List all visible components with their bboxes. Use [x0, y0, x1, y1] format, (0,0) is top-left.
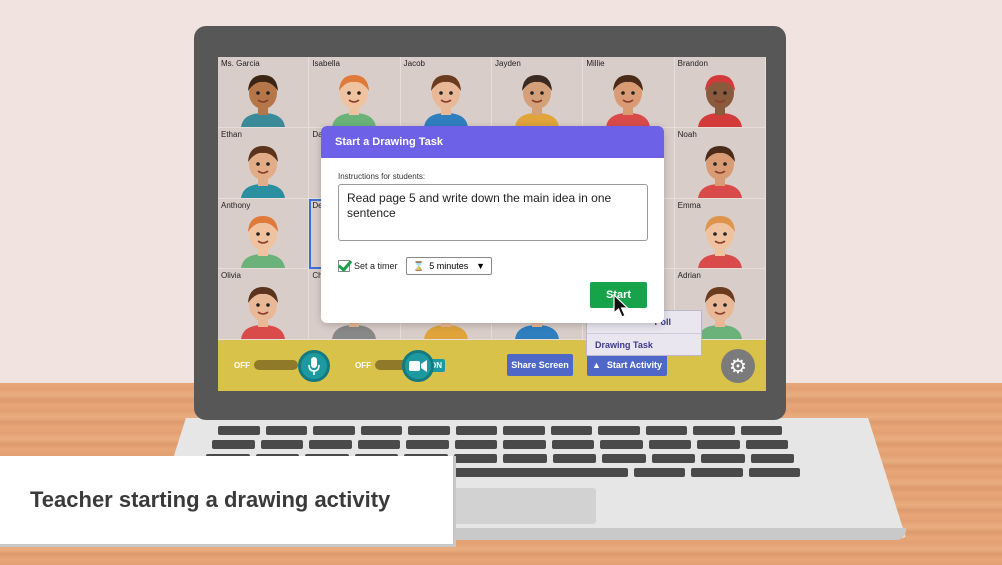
timer-select[interactable]: ⌛ 5 minutes ▼: [406, 257, 492, 275]
instructions-textarea[interactable]: Read page 5 and write down the main idea…: [338, 184, 648, 241]
keyboard-row: [218, 426, 782, 435]
participant-tile[interactable]: Jacob: [400, 57, 492, 128]
participant-tile[interactable]: Olivia: [218, 269, 310, 340]
participant-name: Olivia: [221, 271, 242, 281]
participant-tile[interactable]: Emma: [674, 198, 766, 270]
avatar: [241, 287, 286, 339]
participant-tile[interactable]: Ethan: [218, 127, 310, 199]
participant-tile[interactable]: Isabella: [309, 57, 401, 128]
set-timer-checkbox[interactable]: [338, 260, 350, 272]
mic-toggle[interactable]: OFF ON: [234, 350, 330, 382]
participant-name: Jayden: [495, 59, 521, 68]
keyboard-row: [212, 440, 788, 449]
participant-name: Ms. Garcia: [221, 59, 260, 68]
camera-toggle[interactable]: OFF ON: [355, 350, 445, 382]
timer-value: 5 minutes: [429, 261, 469, 271]
caret-up-icon: ▲: [591, 360, 601, 370]
participant-name: Noah: [677, 129, 697, 139]
microphone-icon: [298, 350, 330, 382]
participant-name: Anthony: [221, 200, 251, 210]
set-timer-label: Set a timer: [354, 261, 398, 271]
mic-off-label: OFF: [234, 360, 250, 370]
participant-tile[interactable]: Millie: [583, 57, 675, 128]
avatar: [697, 145, 742, 198]
menu-item-drawing-task[interactable]: Drawing Task: [587, 333, 701, 355]
avatar: [606, 74, 651, 127]
participant-name: Ethan: [221, 129, 242, 139]
avatar: [515, 74, 560, 127]
avatar: [697, 74, 742, 127]
participant-tile[interactable]: Brandon: [674, 57, 766, 128]
caret-down-icon: ▼: [476, 261, 485, 271]
avatar: [241, 216, 286, 269]
mic-toggle-track: [254, 360, 298, 370]
participant-tile[interactable]: Anthony: [218, 198, 310, 270]
camera-off-label: OFF: [355, 360, 371, 370]
trackpad: [440, 488, 596, 524]
gear-icon[interactable]: ⚙: [721, 349, 755, 383]
participant-tile[interactable]: Noah: [674, 127, 766, 199]
participant-name: Brandon: [677, 59, 708, 68]
modal-title: Start a Drawing Task: [321, 126, 664, 158]
start-activity-label: Start Activity: [606, 360, 663, 370]
avatar: [241, 145, 286, 198]
avatar: [697, 216, 742, 269]
avatar: [423, 74, 468, 127]
mouse-cursor-icon: [613, 294, 629, 318]
participant-name: Millie: [586, 59, 605, 68]
participant-tile[interactable]: Ms. Garcia: [218, 57, 310, 128]
hourglass-icon: ⌛: [413, 260, 425, 271]
avatar: [241, 74, 286, 127]
share-screen-button[interactable]: Share Screen: [507, 354, 573, 376]
participant-name: Isabella: [312, 59, 340, 68]
instructions-label: Instructions for students:: [338, 172, 426, 181]
participant-name: Jacob: [403, 59, 426, 68]
participant-name: Emma: [677, 200, 701, 210]
video-camera-icon: [402, 350, 434, 382]
start-activity-button[interactable]: ▲ Start Activity: [587, 354, 667, 376]
participant-name: Adrian: [677, 271, 701, 281]
avatar: [332, 74, 377, 127]
caption: Teacher starting a drawing activity: [0, 456, 456, 547]
participant-tile[interactable]: Jayden: [492, 57, 584, 128]
